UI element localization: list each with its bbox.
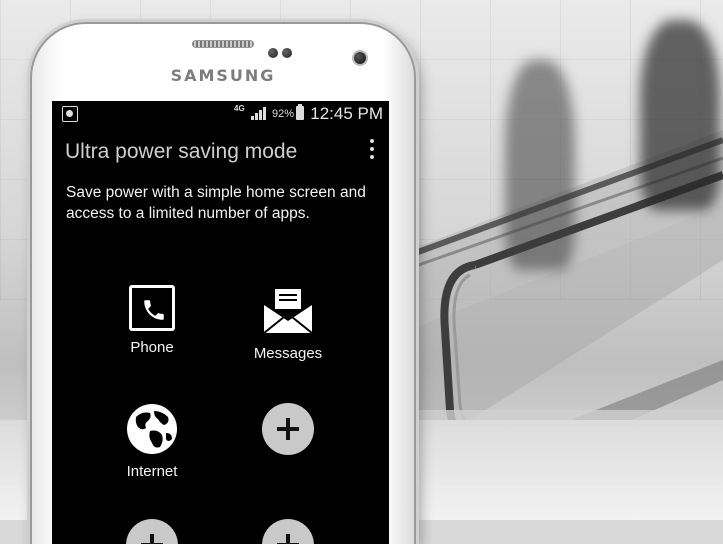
page-title: Ultra power saving mode	[65, 140, 298, 163]
gallery-notification-icon	[62, 106, 78, 122]
light-sensor	[282, 48, 292, 58]
battery-icon	[296, 104, 304, 120]
status-bar: 4G 92% 12:45 PM	[52, 101, 389, 129]
earpiece-speaker	[192, 40, 254, 48]
globe-icon	[126, 403, 178, 455]
app-label: Messages	[253, 345, 323, 362]
overflow-menu-icon[interactable]	[369, 139, 375, 163]
phone-device: SAMSUNG 4G 92% 12:45 PM Ultra power savi…	[30, 22, 416, 544]
add-icon	[262, 519, 314, 544]
app-label: Phone	[130, 339, 174, 356]
front-camera	[354, 52, 366, 64]
network-type: 4G	[234, 104, 245, 113]
blurred-person-1	[505, 60, 575, 270]
battery-percent: 92%	[272, 108, 295, 120]
app-internet[interactable]: Internet	[97, 403, 207, 480]
add-icon	[126, 519, 178, 544]
app-phone[interactable]: Phone	[97, 285, 207, 356]
brand-logo: SAMSUNG	[170, 66, 276, 85]
status-time: 12:45 PM	[310, 104, 383, 123]
add-icon	[262, 403, 314, 455]
app-messages[interactable]: Messages	[233, 285, 343, 362]
blurred-person-2	[640, 20, 720, 210]
proximity-sensor	[268, 48, 278, 58]
phone-icon	[129, 285, 175, 331]
add-app-slot[interactable]	[97, 519, 207, 544]
envelope-icon	[262, 285, 314, 337]
signal-icon	[251, 107, 267, 120]
add-app-slot[interactable]	[233, 519, 343, 544]
phone-screen: 4G 92% 12:45 PM Ultra power saving mode …	[52, 101, 389, 544]
app-label: Internet	[126, 463, 178, 480]
add-app-slot[interactable]	[233, 403, 343, 455]
mode-description: Save power with a simple home screen and…	[66, 184, 366, 222]
